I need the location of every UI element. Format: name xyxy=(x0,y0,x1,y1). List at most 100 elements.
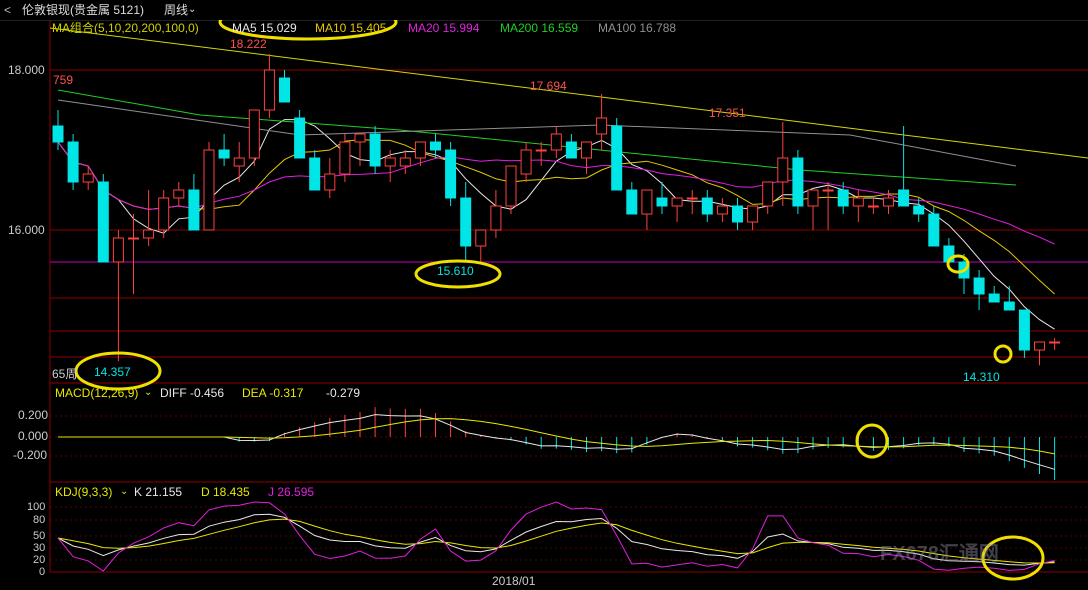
kdj-tick-100: 100 xyxy=(27,501,46,513)
candle-body xyxy=(112,237,124,263)
annotation-low-right: 14.310 xyxy=(963,370,1000,384)
candle-body xyxy=(354,133,366,143)
candle-body xyxy=(218,149,230,159)
chevron-down-icon[interactable]: ⌄ xyxy=(144,386,152,400)
candle-body xyxy=(263,69,275,111)
kdj-k-value: K 21.155 xyxy=(134,485,183,499)
candle-body xyxy=(309,157,321,191)
candle-body xyxy=(641,189,653,215)
back-button[interactable]: < xyxy=(4,3,11,17)
ma200-value: MA200 16.559 xyxy=(500,21,579,35)
candle-body xyxy=(777,157,789,183)
annotation-low-mid: 15.610 xyxy=(437,264,474,278)
candle-body xyxy=(399,157,411,167)
ma-grey-line xyxy=(57,99,1017,167)
candle-body xyxy=(988,293,1000,303)
candle-body xyxy=(233,157,245,167)
annotation-peak-right: 17.351 xyxy=(709,106,746,120)
candle-body xyxy=(671,197,683,207)
kdj-tick-80: 80 xyxy=(33,514,46,526)
highlight-ellipse xyxy=(855,423,889,459)
candle-body xyxy=(520,149,532,175)
candle-body xyxy=(188,189,200,231)
macd-dea-value: DEA -0.317 xyxy=(242,386,304,400)
candle-body xyxy=(928,213,940,247)
candle-body xyxy=(430,141,441,151)
candle-body xyxy=(369,133,381,167)
candle-body xyxy=(1034,341,1045,351)
candle-body xyxy=(143,229,155,239)
candle-body xyxy=(1049,341,1061,344)
candle-body xyxy=(203,149,215,231)
candle-body xyxy=(339,141,351,175)
candle-body xyxy=(550,133,562,151)
macd-series xyxy=(58,407,1056,481)
period-selector[interactable]: 周线 xyxy=(164,3,188,17)
candle-body xyxy=(460,197,472,247)
candle-body xyxy=(973,277,985,295)
ma200-trend-line xyxy=(49,27,1088,159)
candle-body xyxy=(82,173,94,183)
candle-body xyxy=(852,197,864,207)
ma20-value: MA20 15.994 xyxy=(408,21,480,35)
annotation-bottom-left: 65周 xyxy=(52,367,78,381)
annotation-high-top: 18.222 xyxy=(230,37,267,51)
candle-body xyxy=(822,189,834,192)
macd-hist-value: -0.279 xyxy=(326,386,361,400)
candle-body xyxy=(52,125,64,143)
macd-indicator-label[interactable]: MACD(12,26,9) xyxy=(55,386,138,400)
candle-body xyxy=(747,205,759,223)
candle-body xyxy=(248,109,260,159)
price-tick-18: 18.000 xyxy=(8,63,45,77)
candle-body xyxy=(807,189,819,207)
candle-body xyxy=(581,141,592,159)
candle-body xyxy=(324,173,336,191)
candle-body xyxy=(128,237,139,240)
annotation-left-edge: 759 xyxy=(53,73,74,87)
ma100-line xyxy=(57,89,1017,186)
candle-body xyxy=(505,165,517,207)
candle-body xyxy=(97,181,109,263)
candle-body xyxy=(279,77,290,103)
chevron-down-icon[interactable]: ⌄ xyxy=(188,3,196,17)
candle-body xyxy=(1003,301,1015,311)
annotation-low-left: 14.357 xyxy=(94,365,131,379)
kdj-indicator-label[interactable]: KDJ(9,3,3) xyxy=(55,485,112,499)
candle-body xyxy=(535,149,547,152)
candle-body xyxy=(686,197,698,200)
candle-body xyxy=(565,141,577,159)
chart-window: < 伦敦银现(贵金属 5121) 周线 ⌄ MA组合(5,10,20,200,1… xyxy=(0,0,1088,590)
candle-body xyxy=(762,181,774,207)
candle-body xyxy=(898,189,910,207)
ma-indicator-label[interactable]: MA组合(5,10,20,200,100,0) xyxy=(52,21,199,35)
macd-tick-1: 0.000 xyxy=(18,429,49,443)
candle-body xyxy=(837,189,849,207)
candle-body xyxy=(732,205,743,223)
candle-body xyxy=(475,229,487,247)
candle-body xyxy=(626,189,638,215)
candle-body xyxy=(445,149,457,199)
candle-body xyxy=(913,205,925,215)
ma10-value: MA10 15.405 xyxy=(315,21,387,35)
candle-body xyxy=(173,189,185,199)
candle-body xyxy=(294,117,306,159)
candle-body xyxy=(158,197,170,231)
kdj-j-value: J 26.595 xyxy=(268,485,315,499)
candle-body xyxy=(867,205,879,208)
price-tick-16: 16.000 xyxy=(8,223,45,237)
candle-body xyxy=(596,117,608,135)
chevron-down-icon[interactable]: ⌄ xyxy=(120,485,128,499)
candlestick-series xyxy=(52,54,1061,366)
ma5-value: MA5 15.029 xyxy=(232,21,297,35)
macd-tick-0: 0.200 xyxy=(18,408,49,422)
kdj-tick-0: 0 xyxy=(39,566,46,578)
candle-body xyxy=(716,205,728,215)
candle-body xyxy=(611,125,623,191)
candle-body xyxy=(792,157,804,207)
ma100-value: MA100 16.788 xyxy=(598,21,677,35)
watermark-logo: FX678汇通网 xyxy=(880,543,999,565)
candle-body xyxy=(384,157,396,167)
candle-body xyxy=(67,141,79,183)
candle-body xyxy=(1018,309,1030,351)
annotation-peak-mid: 17.694 xyxy=(530,79,567,93)
